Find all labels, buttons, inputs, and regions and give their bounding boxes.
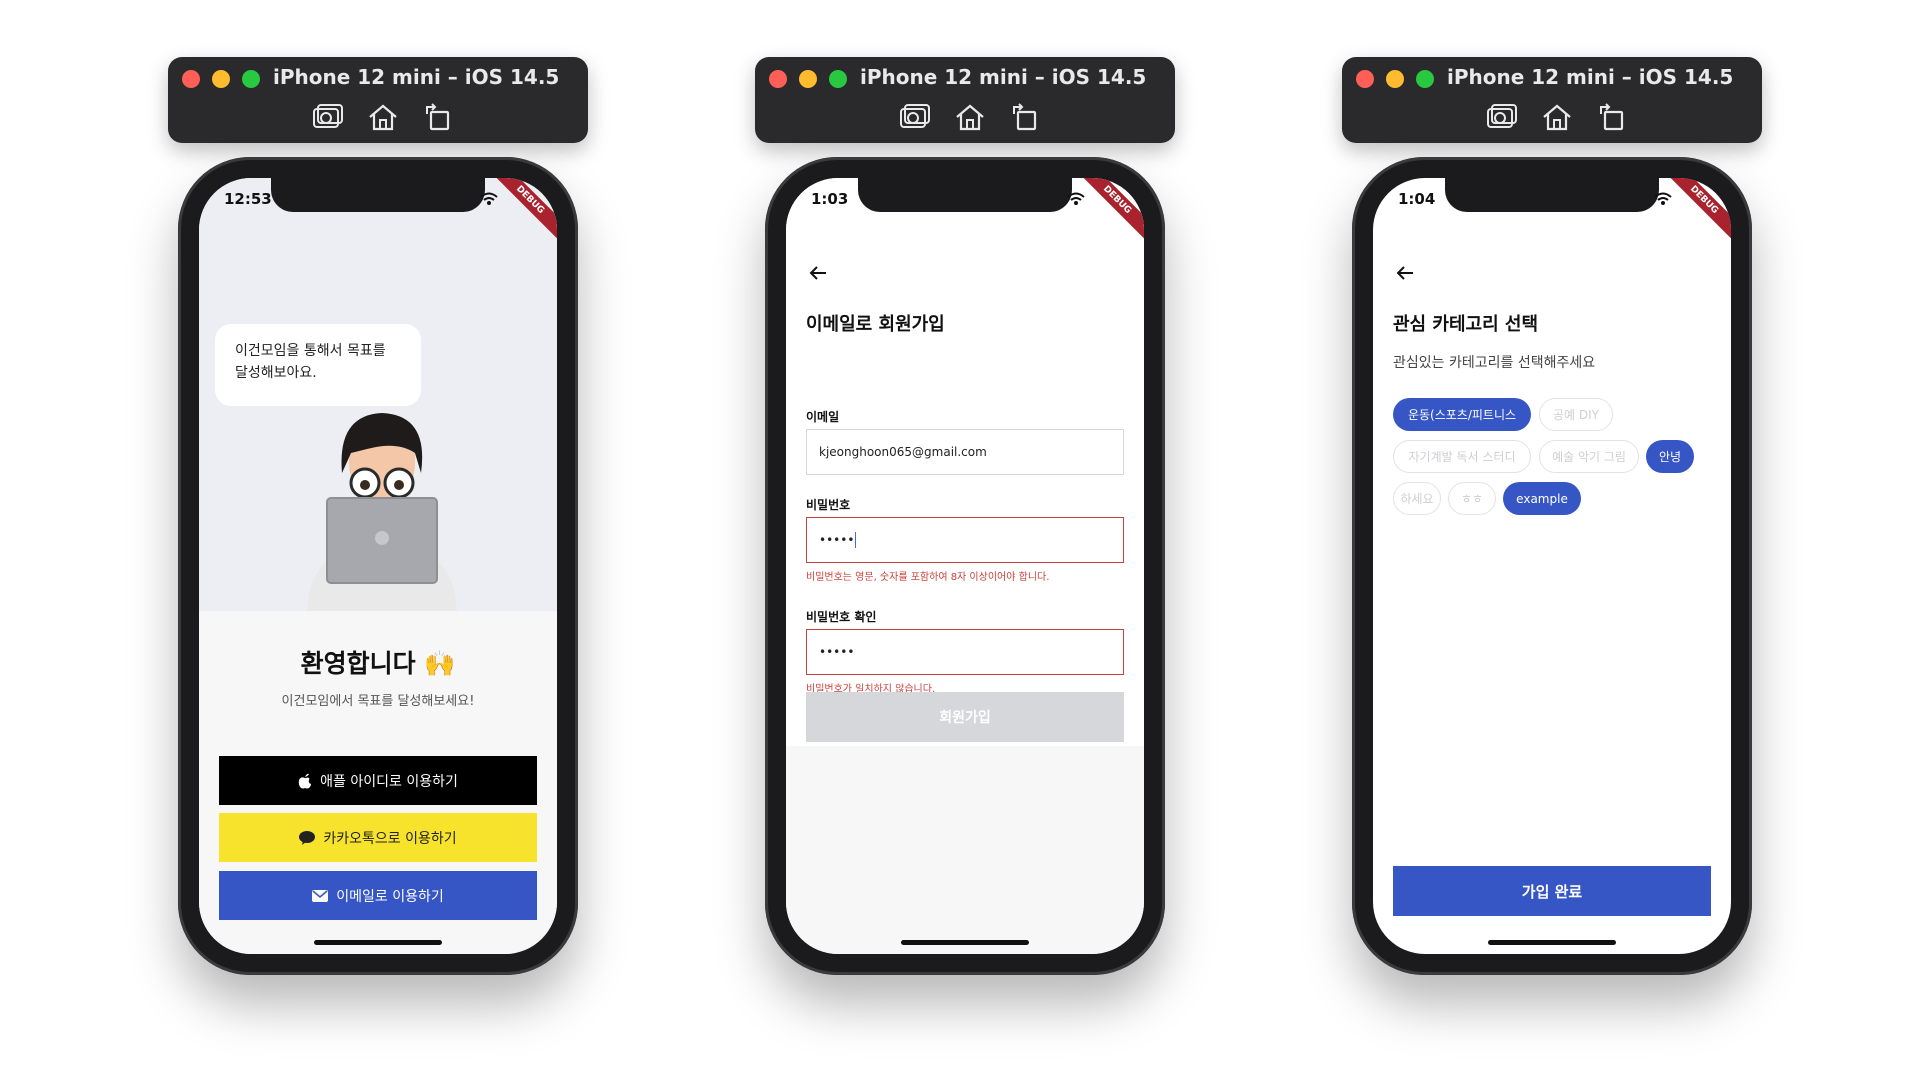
debug-banner: DEBUG [1659, 178, 1731, 245]
minimize-window-button[interactable] [1386, 70, 1404, 88]
confirm-password-field[interactable]: ••••• [806, 629, 1124, 675]
status-time: 1:04 [1398, 190, 1436, 208]
page-title: 관심 카테고리 선택 [1393, 314, 1539, 335]
home-icon[interactable] [1540, 102, 1574, 132]
category-chip[interactable]: 운동(스포츠/피트니스 [1393, 398, 1531, 431]
kakao-login-button[interactable]: 카카오톡으로 이용하기 [219, 813, 537, 862]
simulator-title: iPhone 12 mini – iOS 14.5 [860, 65, 1147, 89]
close-window-button[interactable] [1356, 70, 1374, 88]
home-indicator[interactable] [1488, 940, 1616, 945]
rotate-icon[interactable] [1009, 102, 1043, 132]
home-indicator[interactable] [901, 940, 1029, 945]
category-chip[interactable]: 하세요 [1393, 482, 1441, 515]
email-label: 이메일 [806, 410, 840, 424]
minimize-window-button[interactable] [212, 70, 230, 88]
apple-login-label: 애플 아이디로 이용하기 [320, 773, 458, 790]
simulator-titlebar: iPhone 12 mini – iOS 14.5 [168, 57, 588, 143]
wifi-icon [480, 192, 498, 205]
raising-hands-emoji: 🙌 [424, 649, 456, 678]
notch [1445, 178, 1659, 212]
simulator-window-1: iPhone 12 mini – iOS 14.5 12:53 DEBUG 이건… [168, 0, 588, 1000]
bubble-line: 달성해보아요. [235, 365, 317, 381]
apple-login-button[interactable]: 애플 아이디로 이용하기 [219, 756, 537, 805]
speech-bubble: 이건모임을 통해서 목표를 달성해보아요. [215, 324, 421, 406]
email-login-button[interactable]: 이메일로 이용하기 [219, 871, 537, 920]
iphone-frame: 12:53 DEBUG 이건모임을 통해서 목표를 달성해보아요. 환영합니다 … [178, 157, 578, 975]
home-indicator[interactable] [314, 940, 442, 945]
confirm-password-value: ••••• [819, 645, 855, 659]
email-value: kjeonghoon065@gmail.com [819, 445, 987, 459]
welcome-title: 환영합니다 🙌 [199, 644, 557, 680]
simulator-window-3: iPhone 12 mini – iOS 14.5 1:04 DEBUG 관심 … [1342, 0, 1762, 1000]
category-chip[interactable]: 안녕 [1646, 440, 1694, 473]
welcome-subtitle: 이건모임에서 목표를 달성해보세요! [281, 694, 475, 709]
simulator-title: iPhone 12 mini – iOS 14.5 [1447, 65, 1734, 89]
minimize-window-button[interactable] [799, 70, 817, 88]
mail-icon [312, 889, 329, 902]
window-controls [182, 70, 260, 88]
confirm-password-label: 비밀번호 확인 [806, 610, 877, 624]
category-chip[interactable]: ㅎㅎ [1448, 482, 1496, 515]
simulator-titlebar: iPhone 12 mini – iOS 14.5 [1342, 57, 1762, 143]
rotate-icon[interactable] [422, 102, 456, 132]
zoom-window-button[interactable] [1416, 70, 1434, 88]
welcome-screen: 12:53 DEBUG 이건모임을 통해서 목표를 달성해보아요. 환영합니다 … [199, 178, 557, 954]
bubble-line: 이건모임을 통해서 목표를 [235, 343, 386, 359]
welcome-title-text: 환영합니다 [300, 649, 416, 678]
home-icon[interactable] [953, 102, 987, 132]
category-chip[interactable]: 예술 악기 그림 [1539, 440, 1639, 473]
password-value: ••••• [819, 533, 855, 547]
window-controls [1356, 70, 1434, 88]
category-chip[interactable]: 자기계발 독서 스터디 [1393, 440, 1531, 473]
back-arrow-icon[interactable] [1393, 261, 1417, 285]
complete-signup-button[interactable]: 가입 완료 [1393, 866, 1711, 916]
page-title: 이메일로 회원가입 [806, 314, 945, 335]
memoji-avatar [307, 413, 457, 613]
hero-section: 이건모임을 통해서 목표를 달성해보아요. [199, 178, 557, 613]
email-field[interactable]: kjeonghoon065@gmail.com [806, 429, 1124, 475]
password-error: 비밀번호는 영문, 숫자를 포함하여 8자 이상이어야 합니다. [806, 572, 1050, 583]
kakao-login-label: 카카오톡으로 이용하기 [323, 830, 457, 847]
screenshot-icon[interactable] [310, 102, 344, 132]
password-label: 비밀번호 [806, 498, 851, 512]
status-time: 12:53 [224, 190, 272, 208]
back-arrow-icon[interactable] [806, 261, 830, 285]
apple-icon [298, 773, 312, 788]
category-chip[interactable]: 공예 DIY [1539, 398, 1613, 431]
category-screen: 1:04 DEBUG 관심 카테고리 선택 관심있는 카테고리를 선택해주세요 … [1373, 178, 1731, 954]
zoom-window-button[interactable] [242, 70, 260, 88]
notch [858, 178, 1072, 212]
category-chip[interactable]: example [1503, 482, 1581, 515]
wifi-icon [1067, 192, 1085, 205]
simulator-titlebar: iPhone 12 mini – iOS 14.5 [755, 57, 1175, 143]
status-time: 1:03 [811, 190, 849, 208]
close-window-button[interactable] [769, 70, 787, 88]
zoom-window-button[interactable] [829, 70, 847, 88]
email-login-label: 이메일로 이용하기 [336, 888, 444, 905]
page-subtitle: 관심있는 카테고리를 선택해주세요 [1393, 355, 1596, 371]
password-field[interactable]: ••••• [806, 517, 1124, 563]
signup-screen: 1:03 DEBUG 이메일로 회원가입 이메일 kjeonghoon065@g… [786, 178, 1144, 954]
notch [271, 178, 485, 212]
wifi-icon [1654, 192, 1672, 205]
empty-area [786, 746, 1144, 954]
screenshot-icon[interactable] [897, 102, 931, 132]
simulator-window-2: iPhone 12 mini – iOS 14.5 1:03 DEBUG 이메일… [755, 0, 1175, 1000]
iphone-frame: 1:04 DEBUG 관심 카테고리 선택 관심있는 카테고리를 선택해주세요 … [1352, 157, 1752, 975]
screenshot-icon[interactable] [1484, 102, 1518, 132]
close-window-button[interactable] [182, 70, 200, 88]
text-cursor [855, 532, 857, 548]
signup-button[interactable]: 회원가입 [806, 692, 1124, 742]
simulator-title: iPhone 12 mini – iOS 14.5 [273, 65, 560, 89]
home-icon[interactable] [366, 102, 400, 132]
iphone-frame: 1:03 DEBUG 이메일로 회원가입 이메일 kjeonghoon065@g… [765, 157, 1165, 975]
speech-bubble-icon [299, 830, 316, 845]
rotate-icon[interactable] [1596, 102, 1630, 132]
window-controls [769, 70, 847, 88]
